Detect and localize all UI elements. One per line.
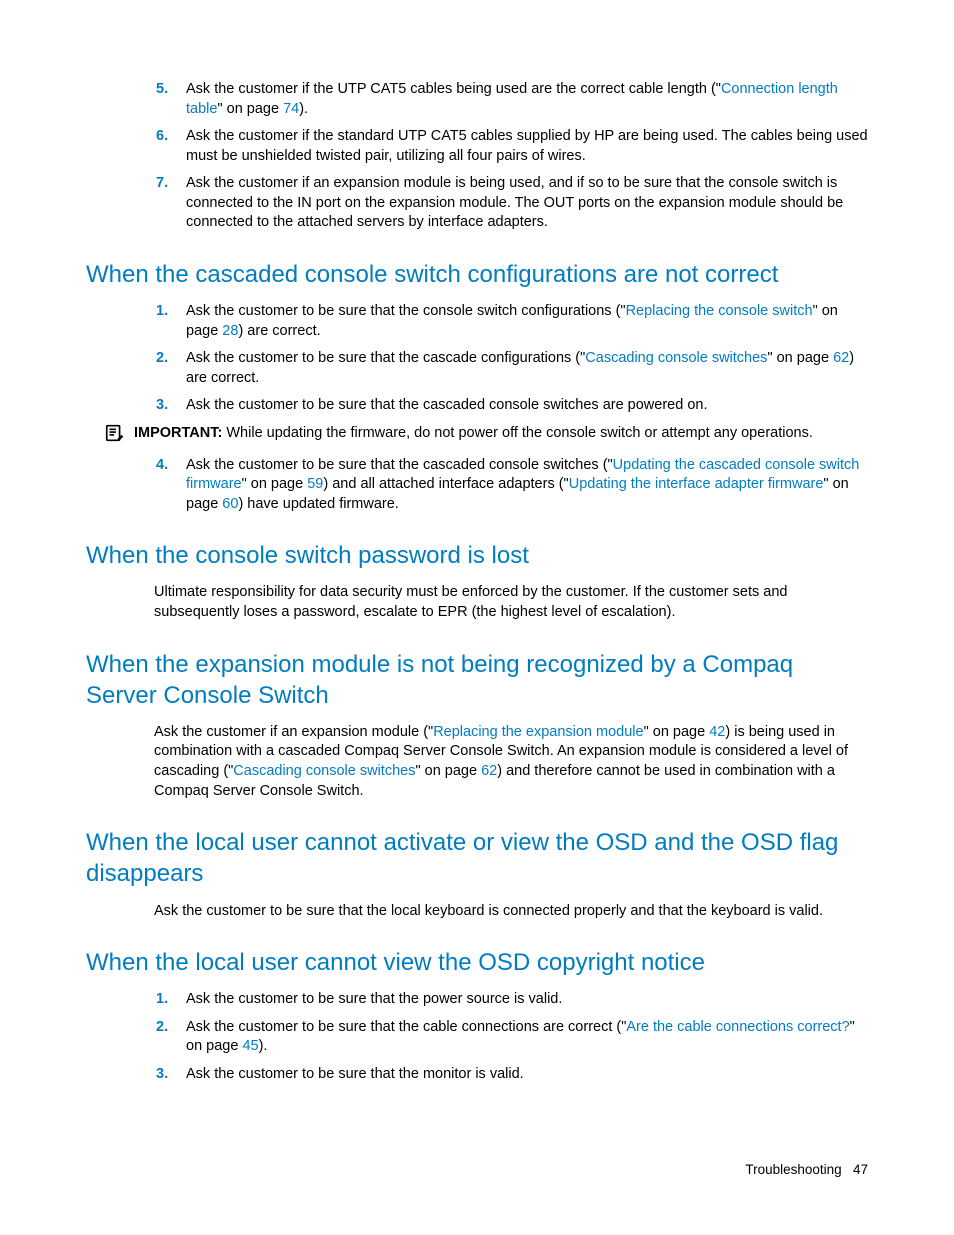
link-cable-connections-correct[interactable]: Are the cable connections correct? xyxy=(626,1019,849,1035)
cascaded-steps-list-1: 1. Ask the customer to be sure that the … xyxy=(86,302,868,416)
link-page-62-2[interactable]: 62 xyxy=(481,763,497,779)
link-page-74[interactable]: 74 xyxy=(283,101,299,117)
osd-flag-body: Ask the customer to be sure that the loc… xyxy=(86,902,868,922)
step-text: Ask the customer if the standard UTP CAT… xyxy=(186,128,868,164)
list-item: 3. Ask the customer to be sure that the … xyxy=(86,1065,868,1085)
important-text: While updating the firmware, do not powe… xyxy=(222,425,813,441)
step-text: Ask the customer to be sure that the cas… xyxy=(186,457,859,512)
important-label: IMPORTANT: xyxy=(134,425,222,441)
top-steps-list: 5. Ask the customer if the UTP CAT5 cabl… xyxy=(86,80,868,233)
important-icon xyxy=(104,422,126,444)
link-updating-interface-adapter-firmware[interactable]: Updating the interface adapter firmware xyxy=(569,476,824,492)
heading-osd-copyright: When the local user cannot view the OSD … xyxy=(86,947,868,978)
link-page-42[interactable]: 42 xyxy=(709,724,725,740)
heading-osd-flag: When the local user cannot activate or v… xyxy=(86,827,868,889)
list-item: 5. Ask the customer if the UTP CAT5 cabl… xyxy=(86,80,868,119)
step-text: Ask the customer to be sure that the cas… xyxy=(186,350,854,386)
step-text: Ask the customer to be sure that the pow… xyxy=(186,991,562,1007)
link-page-60[interactable]: 60 xyxy=(222,496,238,512)
link-cascading-console-switches[interactable]: Cascading console switches xyxy=(585,350,767,366)
list-item: 7. Ask the customer if an expansion modu… xyxy=(86,174,868,233)
link-replacing-expansion-module[interactable]: Replacing the expansion module xyxy=(433,724,643,740)
list-item: 2. Ask the customer to be sure that the … xyxy=(86,349,868,388)
step-text: Ask the customer if the UTP CAT5 cables … xyxy=(186,81,838,117)
step-number: 1. xyxy=(156,302,178,322)
list-item: 3. Ask the customer to be sure that the … xyxy=(86,396,868,416)
step-text: Ask the customer if an expansion module … xyxy=(186,175,843,230)
list-item: 1. Ask the customer to be sure that the … xyxy=(86,990,868,1010)
step-text: Ask the customer to be sure that the cas… xyxy=(186,397,707,413)
heading-password-lost: When the console switch password is lost xyxy=(86,540,868,571)
link-page-59[interactable]: 59 xyxy=(307,476,323,492)
step-number: 2. xyxy=(156,349,178,369)
link-replacing-console-switch[interactable]: Replacing the console switch xyxy=(626,303,813,319)
cascaded-steps-list-2: 4. Ask the customer to be sure that the … xyxy=(86,456,868,515)
link-page-45[interactable]: 45 xyxy=(242,1038,258,1054)
step-number: 3. xyxy=(156,396,178,416)
heading-expansion-module: When the expansion module is not being r… xyxy=(86,649,868,711)
step-number: 3. xyxy=(156,1065,178,1085)
step-number: 7. xyxy=(156,174,178,194)
step-text: Ask the customer to be sure that the cab… xyxy=(186,1019,855,1055)
page-footer: Troubleshooting 47 xyxy=(745,1161,868,1179)
step-number: 1. xyxy=(156,990,178,1010)
list-item: 6. Ask the customer if the standard UTP … xyxy=(86,127,868,166)
important-note: IMPORTANT: While updating the firmware, … xyxy=(86,424,868,444)
footer-section: Troubleshooting xyxy=(745,1162,841,1177)
footer-page-number: 47 xyxy=(853,1162,868,1177)
list-item: 2. Ask the customer to be sure that the … xyxy=(86,1018,868,1057)
step-number: 2. xyxy=(156,1018,178,1038)
list-item: 1. Ask the customer to be sure that the … xyxy=(86,302,868,341)
list-item: 4. Ask the customer to be sure that the … xyxy=(86,456,868,515)
step-text: Ask the customer to be sure that the con… xyxy=(186,303,838,339)
link-page-62[interactable]: 62 xyxy=(833,350,849,366)
step-text: Ask the customer to be sure that the mon… xyxy=(186,1066,524,1082)
link-page-28[interactable]: 28 xyxy=(222,323,238,339)
step-number: 5. xyxy=(156,80,178,100)
step-number: 6. xyxy=(156,127,178,147)
password-body: Ultimate responsibility for data securit… xyxy=(86,583,868,622)
heading-cascaded-config: When the cascaded console switch configu… xyxy=(86,259,868,290)
step-number: 4. xyxy=(156,456,178,476)
osd-copyright-steps-list: 1. Ask the customer to be sure that the … xyxy=(86,990,868,1084)
link-cascading-console-switches-2[interactable]: Cascading console switches xyxy=(233,763,415,779)
expansion-body: Ask the customer if an expansion module … xyxy=(86,723,868,801)
